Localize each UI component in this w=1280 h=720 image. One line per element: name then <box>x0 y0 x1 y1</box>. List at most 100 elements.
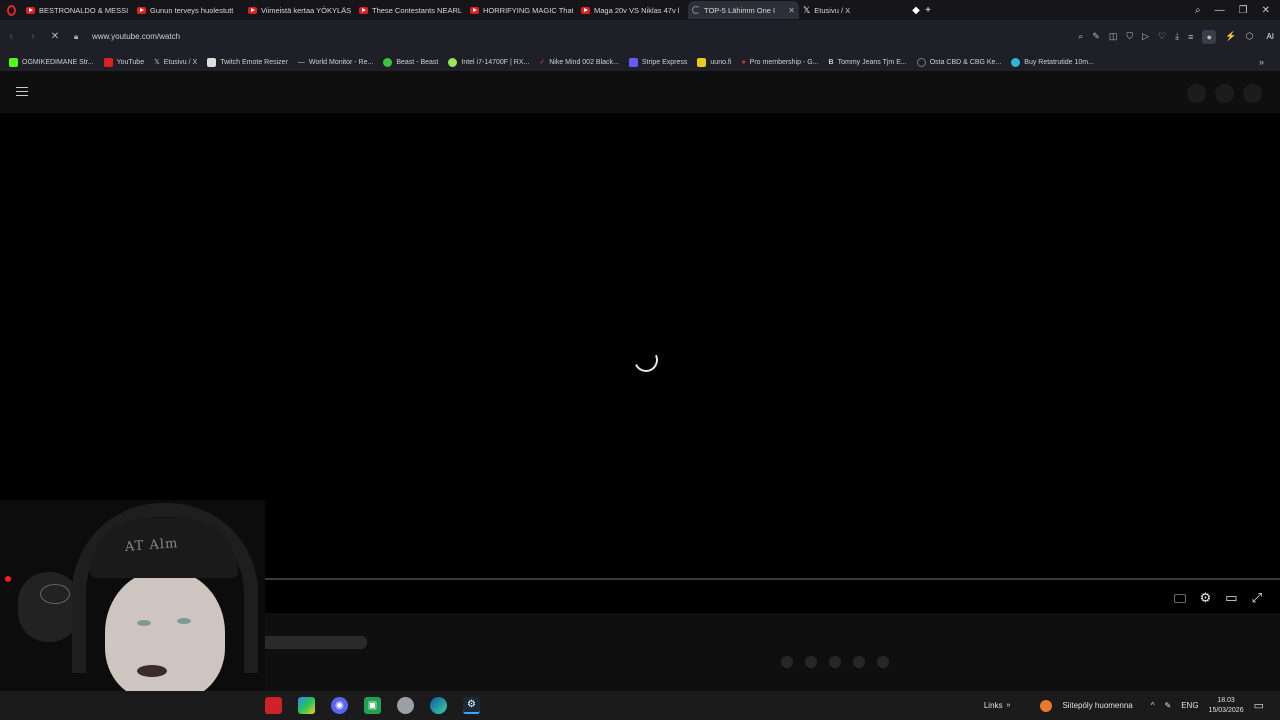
app-green-icon[interactable]: ▣ <box>364 697 381 714</box>
bookmark-item[interactable]: YouTube <box>103 57 145 67</box>
minimize-icon[interactable]: — <box>1215 5 1225 16</box>
bookmark-label: Beast - Beast <box>396 58 439 66</box>
bookmark-item[interactable]: Buy Retatrutide 10m... <box>1011 57 1094 67</box>
tray-chevron-icon[interactable]: ^ <box>1151 701 1155 710</box>
bookmark-item[interactable]: B Tommy Jeans Tjm E... <box>829 59 907 66</box>
fullscreen-icon[interactable]: ⤢ <box>1252 590 1262 606</box>
find-icon[interactable]: ⌕ <box>1078 31 1083 42</box>
bookmark-item[interactable]: Osta CBD & CBG Ke... <box>916 57 1001 67</box>
clock-time: 18.03 <box>1217 696 1235 704</box>
kick-icon <box>9 57 18 67</box>
uuno-icon <box>697 57 707 67</box>
bookmark-item[interactable]: Stripe Express <box>628 57 688 67</box>
bookmark-item[interactable]: OGMIKEDIMANE Str... <box>9 57 94 67</box>
taskbar-apps: ◉ ▣ ⚙ <box>265 691 480 720</box>
links-toolbar[interactable]: Links <box>984 701 1003 710</box>
header-action-placeholder[interactable] <box>1215 84 1234 103</box>
url-field[interactable]: www.youtube.com/watch <box>92 32 180 41</box>
loading-icon <box>692 6 700 14</box>
tab[interactable]: Gunun terveys huolestutt <box>133 1 244 19</box>
bookmark-item[interactable]: 𝕏 Etusivu / X <box>154 58 198 67</box>
bookmark-label: YouTube <box>116 58 145 66</box>
action-placeholder <box>853 656 865 668</box>
tab-strip: BESTRONALDO & MESSI Gunun terveys huoles… <box>0 0 1280 20</box>
youtube-header <box>0 71 1280 113</box>
tab-title: Maga 20v VS Niklas 47v l <box>594 5 680 15</box>
weather-icon[interactable] <box>1040 699 1053 712</box>
hamburger-menu-icon[interactable] <box>16 87 28 96</box>
settings-gear-icon[interactable]: ⚙ <box>1200 590 1212 606</box>
play-icon[interactable]: ▷ <box>1142 31 1149 42</box>
ai-label: AI <box>1266 32 1274 41</box>
extension-icon[interactable]: ⚡ <box>1225 31 1236 42</box>
profile-icon[interactable]: ● <box>1202 29 1217 44</box>
bookmarks-overflow-icon[interactable]: » <box>1259 57 1280 67</box>
pen-icon[interactable]: ✎ <box>1165 701 1172 710</box>
edit-icon[interactable]: ✎ <box>1092 31 1100 42</box>
forward-icon[interactable]: › <box>22 31 44 42</box>
screen: BESTRONALDO & MESSI Gunun terveys huoles… <box>0 0 1280 720</box>
menu-icon[interactable]: ≡ <box>1188 32 1193 42</box>
back-icon[interactable]: ‹ <box>0 31 22 42</box>
store-icon <box>448 57 458 67</box>
app-grey-icon[interactable] <box>397 697 414 714</box>
clock[interactable]: 18.03 15/03/2026 <box>1209 696 1244 716</box>
bookmark-item[interactable]: ● Pro membership - G... <box>741 59 818 66</box>
ai-button[interactable]: AI <box>1266 32 1274 41</box>
close-window-icon[interactable]: ✕ <box>1262 5 1270 16</box>
youtube-icon <box>26 6 35 14</box>
header-actions <box>1187 84 1262 103</box>
search-tabs-icon[interactable]: ⌕ <box>1195 5 1201 16</box>
bookmark-item[interactable]: uuno.fi <box>697 57 731 67</box>
tab[interactable]: BESTRONALDO & MESSI <box>22 1 133 19</box>
close-tab-icon[interactable]: ✕ <box>788 6 795 15</box>
new-tab-icon[interactable]: + <box>922 5 934 16</box>
tab-title: TOP-5 Lähimm One I <box>704 5 776 15</box>
theater-mode-icon[interactable]: ▭ <box>1225 590 1237 606</box>
bookmark-item[interactable]: Twitch Emote Resizer <box>207 57 288 67</box>
weather-text[interactable]: Siitepöly huomenna <box>1062 701 1132 710</box>
notifications-icon[interactable]: ▭ <box>1254 699 1264 712</box>
bookmark-item[interactable]: Beast - Beast <box>383 57 439 67</box>
youtube-icon <box>103 57 113 67</box>
bookmark-item[interactable]: Intel i7-14700F | RX... <box>448 57 529 67</box>
shield-icon[interactable]: ⛉ <box>1126 31 1133 42</box>
discord-icon[interactable]: ◉ <box>331 697 348 714</box>
captions-icon[interactable] <box>1173 593 1186 603</box>
bookmark-label: Tommy Jeans Tjm E... <box>837 58 907 66</box>
bookmark-item[interactable]: — World Monitor - Re... <box>298 59 373 66</box>
mouth <box>137 665 167 677</box>
window-controls: ⌕ — ❐ ✕ <box>1195 5 1280 16</box>
tab-active[interactable]: TOP-5 Lähimm One I ✕ <box>688 1 799 19</box>
tab[interactable]: HORRIFYING MAGIC That <box>466 1 577 19</box>
bookmark-label: World Monitor - Re... <box>308 58 374 66</box>
bookmark-label: Stripe Express <box>641 58 688 66</box>
avatar[interactable] <box>1243 84 1262 103</box>
download-icon[interactable]: ⤓ <box>1175 31 1179 42</box>
language-indicator[interactable]: ENG <box>1181 701 1198 710</box>
bookmark-label: Etusivu / X <box>163 58 198 66</box>
bookmarks-bar: OGMIKEDIMANE Str... YouTube 𝕏 Etusivu / X… <box>0 53 1280 71</box>
tab[interactable]: 𝕏 Etusivu / X <box>799 1 910 19</box>
recording-indicator <box>5 576 11 582</box>
cube-icon[interactable]: ⬡ <box>1246 31 1254 42</box>
steam-icon[interactable]: ⚙ <box>463 697 480 714</box>
edge-icon[interactable] <box>430 697 447 714</box>
links-chevron-icon[interactable]: » <box>1007 702 1011 709</box>
heart-icon[interactable]: ♡ <box>1158 31 1166 42</box>
snapshot-icon[interactable]: ◫ <box>1109 31 1118 42</box>
header-action-placeholder[interactable] <box>1187 84 1206 103</box>
app-icon[interactable] <box>265 697 282 714</box>
stop-loading-icon[interactable]: ✕ <box>44 31 66 42</box>
copilot-icon[interactable] <box>298 697 315 714</box>
shop-icon <box>1011 57 1021 67</box>
tab-island-icon[interactable]: ◆ <box>910 5 922 16</box>
restore-icon[interactable]: ❐ <box>1239 5 1248 16</box>
player-controls: ⚙ ▭ ⤢ <box>1173 590 1262 606</box>
tab[interactable]: Viimeistä kertaa YÖKYLÄS <box>244 1 355 19</box>
lock-icon[interactable]: 🔒︎ <box>74 32 84 42</box>
tab[interactable]: Maga 20v VS Niklas 47v l <box>577 1 688 19</box>
tab[interactable]: These Contestants NEARL <box>355 1 466 19</box>
bookmark-item[interactable]: ✓ Nike Mind 002 Black... <box>539 58 619 67</box>
opera-logo-icon[interactable] <box>0 0 22 20</box>
